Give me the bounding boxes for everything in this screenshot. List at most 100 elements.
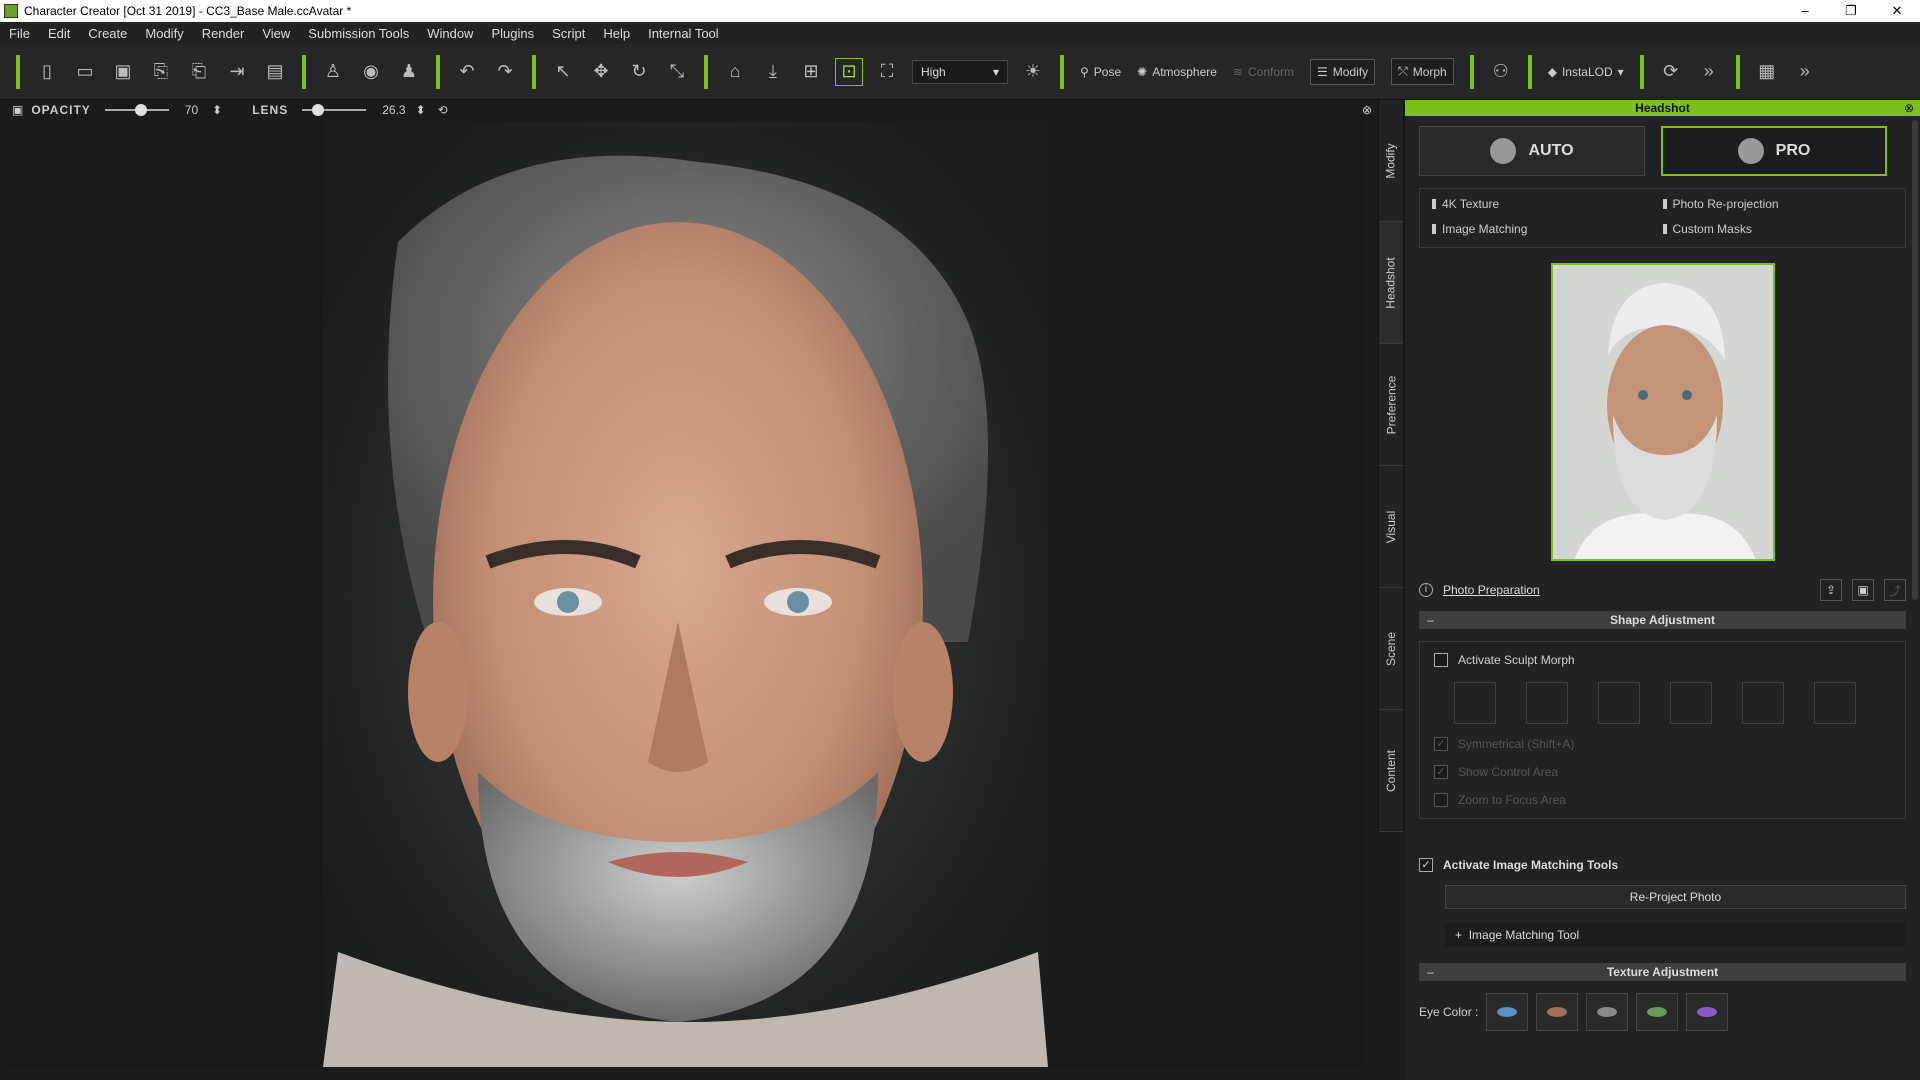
panel-close-icon[interactable]: ⊗	[1904, 100, 1914, 116]
select-arrow-icon[interactable]: ↖	[549, 58, 577, 86]
menu-internal-tool[interactable]: Internal Tool	[639, 26, 728, 41]
lens-value[interactable]: 26.3	[382, 103, 405, 117]
open-folder-icon[interactable]: ▭	[71, 58, 99, 86]
source-photo[interactable]	[1550, 263, 1775, 561]
figure-icon[interactable]: ♟	[395, 58, 423, 86]
show-control-checkbox[interactable]: ✓	[1434, 765, 1448, 779]
menu-edit[interactable]: Edit	[39, 26, 79, 41]
shape-adjustment-header[interactable]: – Shape Adjustment	[1419, 611, 1906, 629]
opacity-value[interactable]: 70	[185, 103, 198, 117]
instalod-button[interactable]: ◆ InstaLOD ▾	[1548, 65, 1624, 79]
light-icon[interactable]: ☀	[1019, 58, 1047, 86]
eye-color-swatch[interactable]	[1636, 993, 1679, 1031]
activate-image-matching-row[interactable]: ✓ Activate Image Matching Tools	[1419, 855, 1906, 875]
camera-fit-icon[interactable]: ⊡	[835, 57, 863, 86]
texture-adjustment-header[interactable]: – Texture Adjustment	[1419, 963, 1906, 981]
frame-icon[interactable]: ⛶	[873, 58, 901, 86]
eye-color-swatch[interactable]	[1486, 993, 1529, 1031]
tab-content[interactable]: Content	[1379, 710, 1403, 832]
save-photo-icon[interactable]: ▣	[1852, 579, 1874, 601]
menu-submission-tools[interactable]: Submission Tools	[299, 26, 418, 41]
opacity-spinner-icon[interactable]: ⬍	[212, 103, 222, 117]
export-icon[interactable]: ⎗	[185, 58, 213, 86]
tab-visual[interactable]: Visual	[1379, 466, 1403, 588]
rotate-icon[interactable]: ↻	[625, 58, 653, 86]
scale-icon[interactable]: ⤡	[663, 58, 691, 86]
show-control-row[interactable]: ✓ Show Control Area	[1434, 762, 1891, 782]
redo-icon[interactable]: ↷	[491, 58, 519, 86]
sculpt-ear-icon[interactable]	[1814, 682, 1856, 724]
close-overlay-icon[interactable]: ⊗	[1362, 103, 1372, 117]
tab-scene[interactable]: Scene	[1379, 588, 1403, 710]
lens-slider[interactable]	[302, 104, 367, 116]
tab-modify[interactable]: Modify	[1379, 100, 1403, 222]
layout-icon[interactable]: ▦	[1753, 58, 1781, 86]
pose-button[interactable]: ⚲ Pose	[1080, 65, 1121, 79]
more-icon[interactable]: »	[1695, 58, 1723, 86]
sculpt-forehead-icon[interactable]	[1526, 682, 1568, 724]
sculpt-nose-icon[interactable]	[1670, 682, 1712, 724]
opacity-slider-knob[interactable]	[134, 104, 147, 116]
eye-color-swatch[interactable]	[1536, 993, 1579, 1031]
minimize-button[interactable]: –	[1782, 3, 1828, 19]
drop-to-floor-icon[interactable]: ⤓	[759, 58, 787, 86]
menu-file[interactable]: File	[0, 26, 39, 41]
zoom-focus-row[interactable]: Zoom to Focus Area	[1434, 790, 1891, 810]
sculpt-face-icon[interactable]	[1454, 682, 1496, 724]
zoom-focus-checkbox[interactable]	[1434, 793, 1448, 807]
activate-sculpt-row[interactable]: Activate Sculpt Morph	[1434, 650, 1891, 670]
eye-color-swatch[interactable]	[1586, 993, 1629, 1031]
menu-help[interactable]: Help	[594, 26, 639, 41]
symmetrical-row[interactable]: ✓ Symmetrical (Shift+A)	[1434, 734, 1891, 754]
maximize-button[interactable]: ❐	[1828, 3, 1874, 19]
sculpt-eye-icon[interactable]	[1598, 682, 1640, 724]
menu-script[interactable]: Script	[543, 26, 594, 41]
import-icon[interactable]: ⎘	[147, 58, 175, 86]
sculpt-mouth-icon[interactable]	[1742, 682, 1784, 724]
character-icon[interactable]: ♙	[319, 58, 347, 86]
conform-button[interactable]: ≋ Conform	[1233, 65, 1294, 79]
home-icon[interactable]: ⌂	[721, 58, 749, 86]
save-icon[interactable]: ▣	[109, 58, 137, 86]
menu-view[interactable]: View	[253, 26, 299, 41]
symmetrical-checkbox[interactable]: ✓	[1434, 737, 1448, 751]
load-photo-icon[interactable]: ⇪	[1820, 579, 1842, 601]
export-photo-icon[interactable]: ⤴	[1884, 579, 1906, 601]
new-file-icon[interactable]: ▯	[33, 58, 61, 86]
people-icon[interactable]: ⚇	[1487, 58, 1515, 86]
center-icon[interactable]: ⊞	[797, 58, 825, 86]
plugin-icon[interactable]: ⟳	[1657, 58, 1685, 86]
close-button[interactable]: ✕	[1874, 3, 1920, 19]
expand-icon[interactable]: »	[1791, 58, 1819, 86]
render-icon[interactable]: ▤	[261, 58, 289, 86]
morph-button[interactable]: ⤲ Morph	[1391, 58, 1454, 85]
3d-viewport[interactable]	[8, 122, 1363, 1067]
menu-plugins[interactable]: Plugins	[482, 26, 543, 41]
tab-headshot[interactable]: Headshot	[1379, 222, 1403, 344]
opacity-slider[interactable]	[104, 104, 169, 116]
move-icon[interactable]: ✥	[587, 58, 615, 86]
photo-preparation-link[interactable]: Photo Preparation	[1443, 583, 1540, 597]
reset-icon[interactable]: ⟲	[438, 103, 448, 117]
activate-sculpt-checkbox[interactable]	[1434, 653, 1448, 667]
modify-button[interactable]: ☰ Modify	[1310, 58, 1376, 85]
image-matching-tool-expander[interactable]: + Image Matching Tool	[1445, 923, 1906, 947]
head-icon[interactable]: ◉	[357, 58, 385, 86]
tab-preference[interactable]: Preference	[1379, 344, 1403, 466]
menu-window[interactable]: Window	[418, 26, 482, 41]
reproject-photo-button[interactable]: Re-Project Photo	[1445, 885, 1906, 909]
pro-mode-button[interactable]: PRO	[1661, 126, 1887, 176]
menu-modify[interactable]: Modify	[136, 26, 192, 41]
overlay-icon[interactable]: ▣	[12, 103, 23, 117]
menu-render[interactable]: Render	[193, 26, 254, 41]
atmosphere-button[interactable]: ✺ Atmosphere	[1137, 65, 1217, 79]
eye-color-swatch[interactable]	[1686, 993, 1729, 1031]
send-icon[interactable]: ⇥	[223, 58, 251, 86]
lens-slider-knob[interactable]	[312, 104, 325, 116]
menu-create[interactable]: Create	[79, 26, 136, 41]
lens-spinner-icon[interactable]: ⬍	[416, 103, 426, 117]
panel-scrollbar[interactable]	[1912, 120, 1918, 600]
quality-select[interactable]: High ▾	[912, 59, 1008, 84]
activate-image-matching-checkbox[interactable]: ✓	[1419, 858, 1433, 872]
auto-mode-button[interactable]: AUTO	[1419, 126, 1645, 176]
